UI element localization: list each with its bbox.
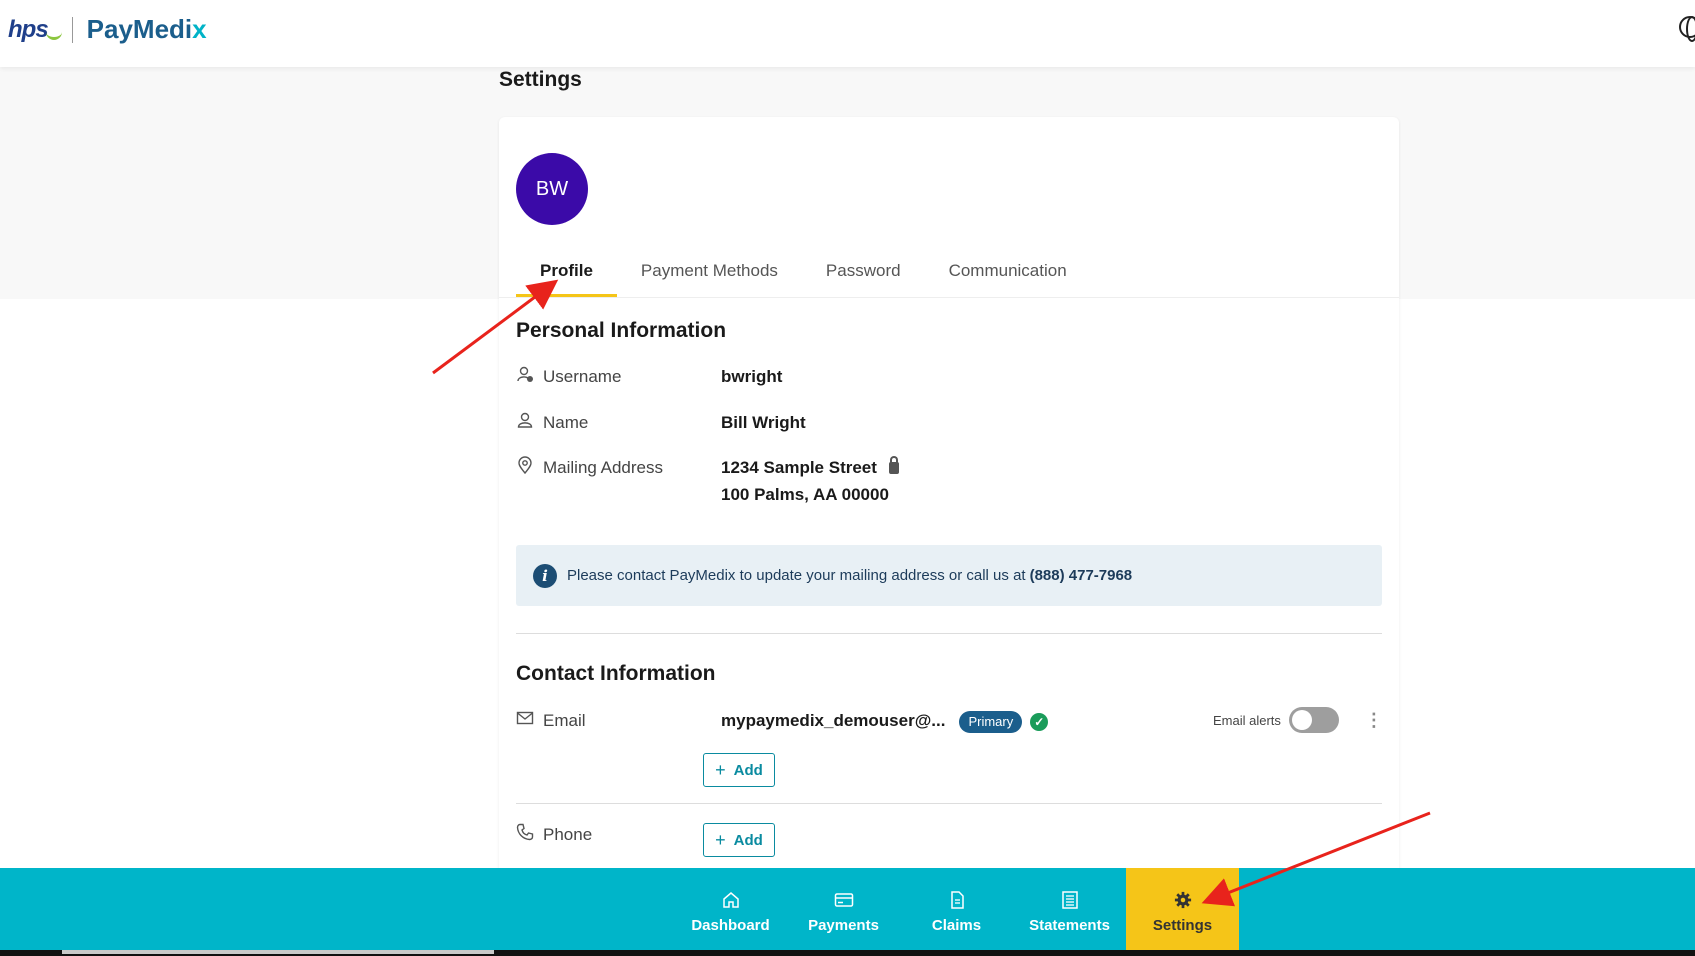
username-row: Username bwright — [516, 363, 782, 390]
tabs-underline-divider — [499, 297, 1399, 298]
phone-icon — [516, 823, 534, 841]
nav-settings[interactable]: Settings — [1126, 868, 1239, 956]
email-alerts-toggle[interactable] — [1288, 707, 1339, 733]
phone-label: Phone — [543, 825, 593, 844]
logo-divider — [71, 16, 73, 43]
gear-icon — [1174, 891, 1191, 908]
user-check-icon — [517, 366, 533, 382]
paymedix-logo-text: PayMedix — [87, 14, 207, 45]
home-icon — [722, 891, 739, 908]
email-address: mypaymedix_demouser@... — [721, 711, 946, 730]
hps-logo-text: hps — [8, 15, 49, 43]
hps-paymedix-logo[interactable]: hps PayMedix — [8, 14, 207, 45]
email-row: Email mypaymedix_demouser@... Primary ✓ — [516, 707, 1049, 734]
globe-icon[interactable] — [1679, 16, 1695, 42]
plus-icon: + — [715, 829, 726, 850]
statement-icon — [1061, 890, 1078, 909]
taskbar-strip — [0, 950, 1695, 956]
email-label: Email — [543, 711, 586, 730]
settings-card: BW Profile Payment Methods Password Comm… — [499, 117, 1399, 877]
section-divider — [516, 633, 1382, 634]
more-options-icon[interactable]: ⋮ — [1365, 711, 1383, 729]
hps-swoosh-icon — [45, 30, 62, 40]
tab-password[interactable]: Password — [802, 247, 925, 297]
nav-statements[interactable]: Statements — [1013, 868, 1126, 956]
nav-payments[interactable]: Payments — [787, 868, 900, 956]
username-value: bwright — [721, 367, 783, 386]
info-icon: i — [533, 563, 557, 588]
bottom-navigation: Dashboard Payments Claims Statements Set… — [0, 868, 1695, 956]
settings-tabs: Profile Payment Methods Password Communi… — [516, 247, 1091, 297]
add-phone-label: Add — [733, 831, 763, 849]
nav-claims-label: Claims — [931, 916, 982, 934]
avatar: BW — [516, 153, 588, 225]
name-value: Bill Wright — [721, 413, 806, 432]
email-value: mypaymedix_demouser@... Primary ✓ — [721, 707, 1049, 734]
paymedix-logo-x: x — [192, 14, 207, 44]
add-email-button[interactable]: + Add — [703, 753, 775, 787]
add-phone-button[interactable]: + Add — [703, 823, 775, 857]
name-label: Name — [543, 413, 589, 432]
email-phone-divider — [516, 803, 1382, 804]
nav-dashboard-label: Dashboard — [691, 916, 770, 934]
nav-dashboard[interactable]: Dashboard — [674, 868, 787, 956]
user-icon — [517, 412, 533, 428]
envelope-icon — [516, 711, 534, 725]
phone-row: Phone — [516, 821, 721, 848]
page-title: Settings — [499, 68, 582, 91]
contact-information-title: Contact Information — [516, 662, 716, 685]
top-header: hps PayMedix — [0, 0, 1695, 67]
document-icon — [950, 890, 964, 909]
personal-information-title: Personal Information — [516, 319, 727, 342]
username-label: Username — [543, 367, 622, 386]
nav-statements-label: Statements — [1029, 916, 1110, 934]
email-alerts-control: Email alerts ⋮ — [1213, 707, 1383, 733]
address-info-banner: i Please contact PayMedix to update your… — [516, 545, 1382, 606]
verified-check-icon: ✓ — [1030, 712, 1049, 731]
map-pin-icon — [518, 456, 532, 474]
email-alerts-label: Email alerts — [1213, 712, 1281, 728]
add-email-label: Add — [733, 761, 763, 779]
address-line-1: 1234 Sample Street — [721, 458, 877, 477]
name-row: Name Bill Wright — [516, 409, 806, 436]
tab-profile[interactable]: Profile — [516, 247, 617, 297]
address-line-2: 100 Palms, AA 00000 — [721, 485, 889, 504]
mailing-address-value: 1234 Sample Street 100 Palms, AA 00000 — [721, 454, 899, 508]
plus-icon: + — [715, 759, 726, 780]
mailing-address-row: Mailing Address 1234 Sample Street 100 P… — [516, 454, 899, 508]
nav-payments-label: Payments — [808, 916, 879, 934]
mailing-address-label: Mailing Address — [543, 458, 664, 477]
nav-claims[interactable]: Claims — [900, 868, 1013, 956]
tab-payment-methods[interactable]: Payment Methods — [617, 247, 802, 297]
paymedix-logo-main: PayMedi — [86, 14, 193, 44]
credit-card-icon — [834, 892, 853, 907]
lock-icon — [888, 456, 899, 474]
tab-communication[interactable]: Communication — [925, 247, 1091, 297]
nav-settings-label: Settings — [1152, 916, 1213, 934]
info-text: Please contact PayMedix to update your m… — [567, 567, 1026, 584]
info-phone-number[interactable]: (888) 477-7968 — [1030, 567, 1133, 584]
primary-badge: Primary — [959, 710, 1023, 733]
taskbar-segment — [62, 950, 494, 954]
